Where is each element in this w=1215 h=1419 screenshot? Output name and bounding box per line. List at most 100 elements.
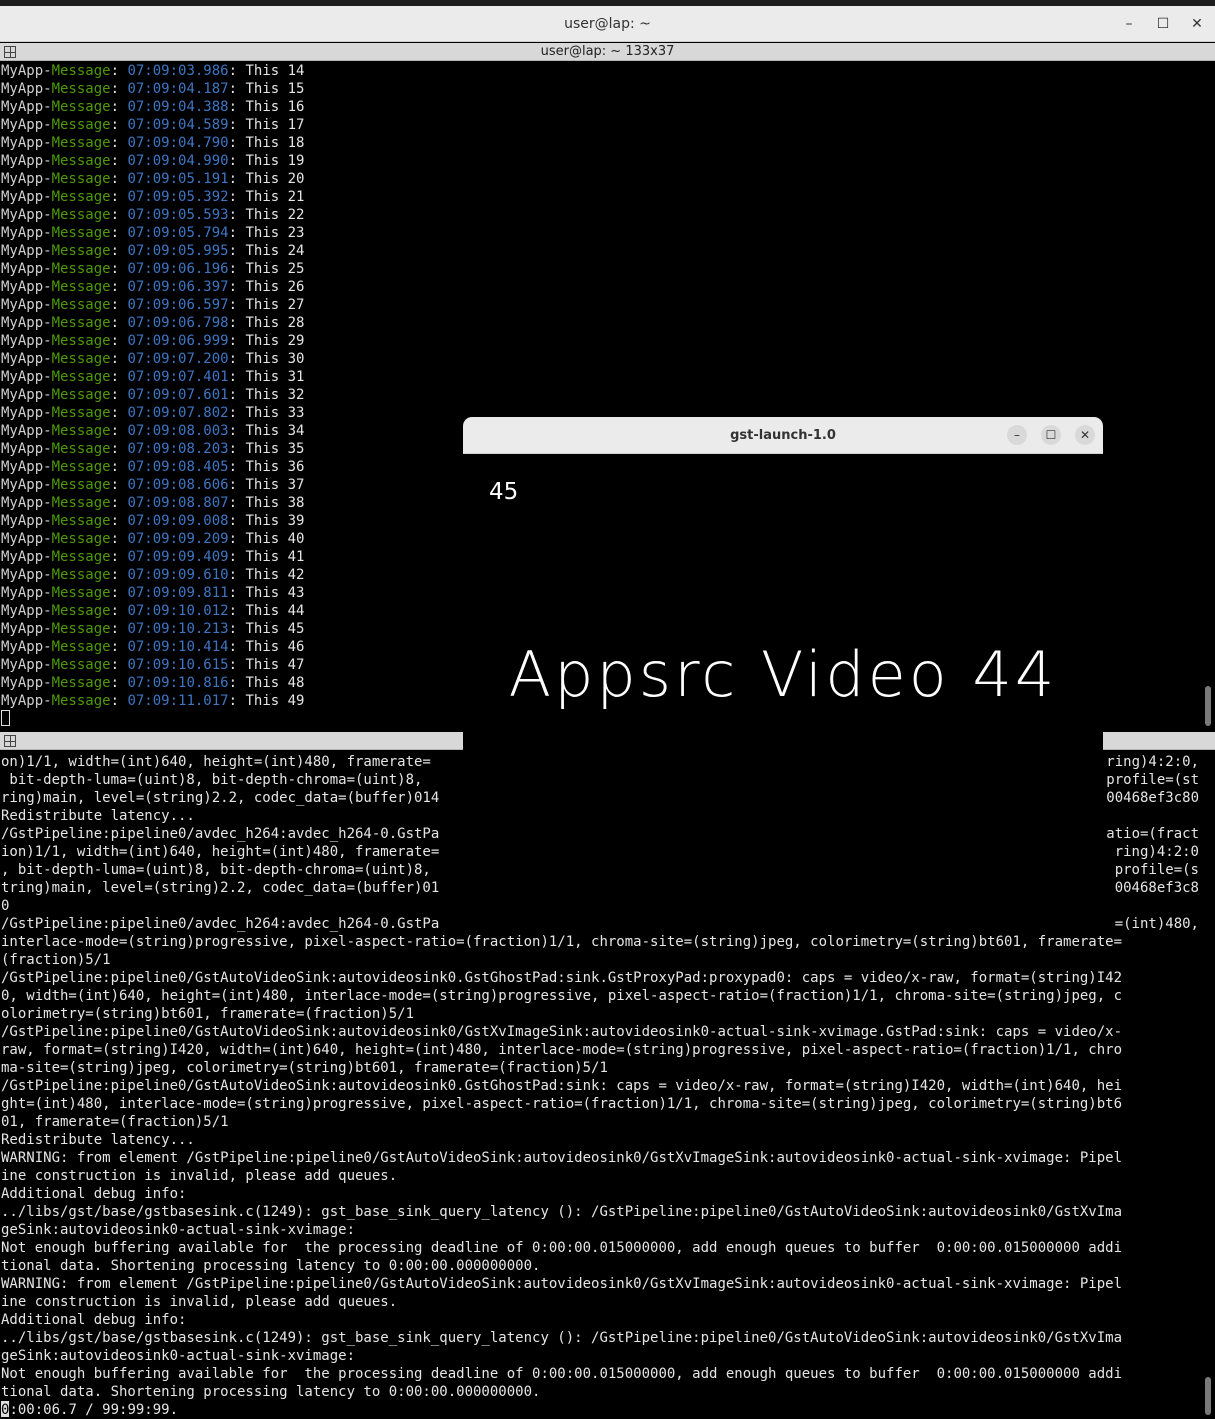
log-sep: : — [110, 171, 128, 187]
log-app-name: MyApp- — [1, 459, 52, 475]
close-button[interactable]: ✕ — [1187, 14, 1207, 34]
terminal-titlebar[interactable]: user@lap: ~ – ☐ ✕ — [0, 6, 1215, 42]
bottom-scrollbar[interactable] — [1205, 753, 1211, 1417]
log-sep: : — [110, 297, 128, 313]
log-sep: : — [110, 495, 128, 511]
log-line: MyApp-Message: 07:09:05.191: This 20 — [1, 170, 1201, 188]
log-message: : This 24 — [228, 243, 305, 259]
log-message: : This 37 — [228, 477, 305, 493]
log-timestamp: 07:09:04.388 — [127, 99, 229, 115]
log-app-name: MyApp- — [1, 261, 52, 277]
top-scrollbar-thumb[interactable] — [1205, 686, 1211, 726]
log-message: : This 49 — [228, 693, 305, 709]
log-line: MyApp-Message: 07:09:06.397: This 26 — [1, 278, 1201, 296]
log-message: : This 33 — [228, 405, 305, 421]
log-app-name: MyApp- — [1, 477, 52, 493]
log-sep: : — [110, 207, 128, 223]
log-level: Message — [51, 675, 111, 691]
log-level: Message — [51, 621, 111, 637]
gst-log-line: ../libs/gst/base/gstbasesink.c(1249): gs… — [1, 1330, 1123, 1346]
log-message: : This 45 — [228, 621, 305, 637]
log-timestamp: 07:09:03.986 — [127, 63, 229, 79]
gst-close-button[interactable]: ✕ — [1075, 425, 1095, 445]
log-app-name: MyApp- — [1, 423, 52, 439]
log-sep: : — [110, 585, 128, 601]
minimize-button[interactable]: – — [1119, 14, 1139, 34]
log-app-name: MyApp- — [1, 405, 52, 421]
log-message: : This 17 — [228, 117, 305, 133]
bottom-scrollbar-thumb[interactable] — [1205, 1377, 1211, 1415]
log-level: Message — [51, 135, 111, 151]
log-message: : This 39 — [228, 513, 305, 529]
log-timestamp: 07:09:10.213 — [127, 621, 229, 637]
log-message: : This 48 — [228, 675, 305, 691]
log-timestamp: 07:09:06.999 — [127, 333, 229, 349]
log-app-name: MyApp- — [1, 117, 52, 133]
log-sep: : — [110, 441, 128, 457]
gst-log-line: tional data. Shortening processing laten… — [1, 1258, 541, 1274]
log-line: MyApp-Message: 07:09:05.995: This 24 — [1, 242, 1201, 260]
log-level: Message — [51, 261, 111, 277]
log-sep: : — [110, 531, 128, 547]
log-app-name: MyApp- — [1, 99, 52, 115]
log-level: Message — [51, 63, 111, 79]
gst-log-line: geSink:autovideosink0-actual-sink-xvimag… — [1, 1222, 356, 1238]
log-sep: : — [110, 387, 128, 403]
gst-log-line: Additional debug info: — [1, 1186, 187, 1202]
log-level: Message — [51, 603, 111, 619]
log-timestamp: 07:09:09.008 — [127, 513, 229, 529]
gst-log-line: tional data. Shortening processing laten… — [1, 1384, 541, 1400]
log-level: Message — [51, 585, 111, 601]
log-line: MyApp-Message: 07:09:05.794: This 23 — [1, 224, 1201, 242]
gst-minimize-button[interactable]: – — [1007, 425, 1027, 445]
log-app-name: MyApp- — [1, 639, 52, 655]
split-pane-icon[interactable] — [4, 735, 16, 747]
log-line: MyApp-Message: 07:09:06.999: This 29 — [1, 332, 1201, 350]
log-app-name: MyApp- — [1, 189, 52, 205]
gst-launch-window[interactable]: gst-launch-1.0 – ☐ ✕ 45 Appsrc Video 44 — [463, 417, 1103, 931]
log-line: MyApp-Message: 07:09:03.986: This 14 — [1, 62, 1201, 80]
log-line: MyApp-Message: 07:09:06.798: This 28 — [1, 314, 1201, 332]
maximize-button[interactable]: ☐ — [1153, 14, 1173, 34]
log-level: Message — [51, 459, 111, 475]
bottom-terminal-right-fragments: ring)4:2:0, profile=(st 00468ef3c80 atio=(f… — [1103, 753, 1199, 933]
log-timestamp: 07:09:09.610 — [127, 567, 229, 583]
log-level: Message — [51, 495, 111, 511]
log-message: : This 32 — [228, 387, 305, 403]
log-timestamp: 07:09:04.990 — [127, 153, 229, 169]
log-level: Message — [51, 387, 111, 403]
log-app-name: MyApp- — [1, 585, 52, 601]
log-level: Message — [51, 171, 111, 187]
log-message: : This 28 — [228, 315, 305, 331]
gst-log-line: Additional debug info: — [1, 1312, 187, 1328]
log-line: MyApp-Message: 07:09:04.589: This 17 — [1, 116, 1201, 134]
log-app-name: MyApp- — [1, 279, 52, 295]
log-message: : This 20 — [228, 171, 305, 187]
log-timestamp: 07:09:04.187 — [127, 81, 229, 97]
frame-number: 45 — [489, 479, 519, 505]
log-app-name: MyApp- — [1, 657, 52, 673]
top-pane-header[interactable]: user@lap: ~ 133x37 — [0, 43, 1215, 61]
log-sep: : — [110, 621, 128, 637]
log-timestamp: 07:09:05.995 — [127, 243, 229, 259]
log-timestamp: 07:09:07.601 — [127, 387, 229, 403]
gst-maximize-button[interactable]: ☐ — [1041, 425, 1061, 445]
gst-log-line: ine construction is invalid, please add … — [1, 1294, 398, 1310]
log-line: MyApp-Message: 07:09:04.990: This 19 — [1, 152, 1201, 170]
log-level: Message — [51, 513, 111, 529]
top-scrollbar[interactable] — [1205, 62, 1211, 728]
log-app-name: MyApp- — [1, 369, 52, 385]
log-app-name: MyApp- — [1, 81, 52, 97]
log-message: : This 34 — [228, 423, 305, 439]
log-line: MyApp-Message: 07:09:05.593: This 22 — [1, 206, 1201, 224]
log-message: : This 40 — [228, 531, 305, 547]
log-line: MyApp-Message: 07:09:04.388: This 16 — [1, 98, 1201, 116]
log-sep: : — [110, 135, 128, 151]
log-app-name: MyApp- — [1, 63, 52, 79]
gst-log-fragment: ring)4:2:0, — [1106, 754, 1199, 770]
log-message: : This 18 — [228, 135, 305, 151]
log-sep: : — [110, 99, 128, 115]
log-level: Message — [51, 441, 111, 457]
log-level: Message — [51, 333, 111, 349]
gst-titlebar[interactable]: gst-launch-1.0 – ☐ ✕ — [463, 417, 1103, 454]
